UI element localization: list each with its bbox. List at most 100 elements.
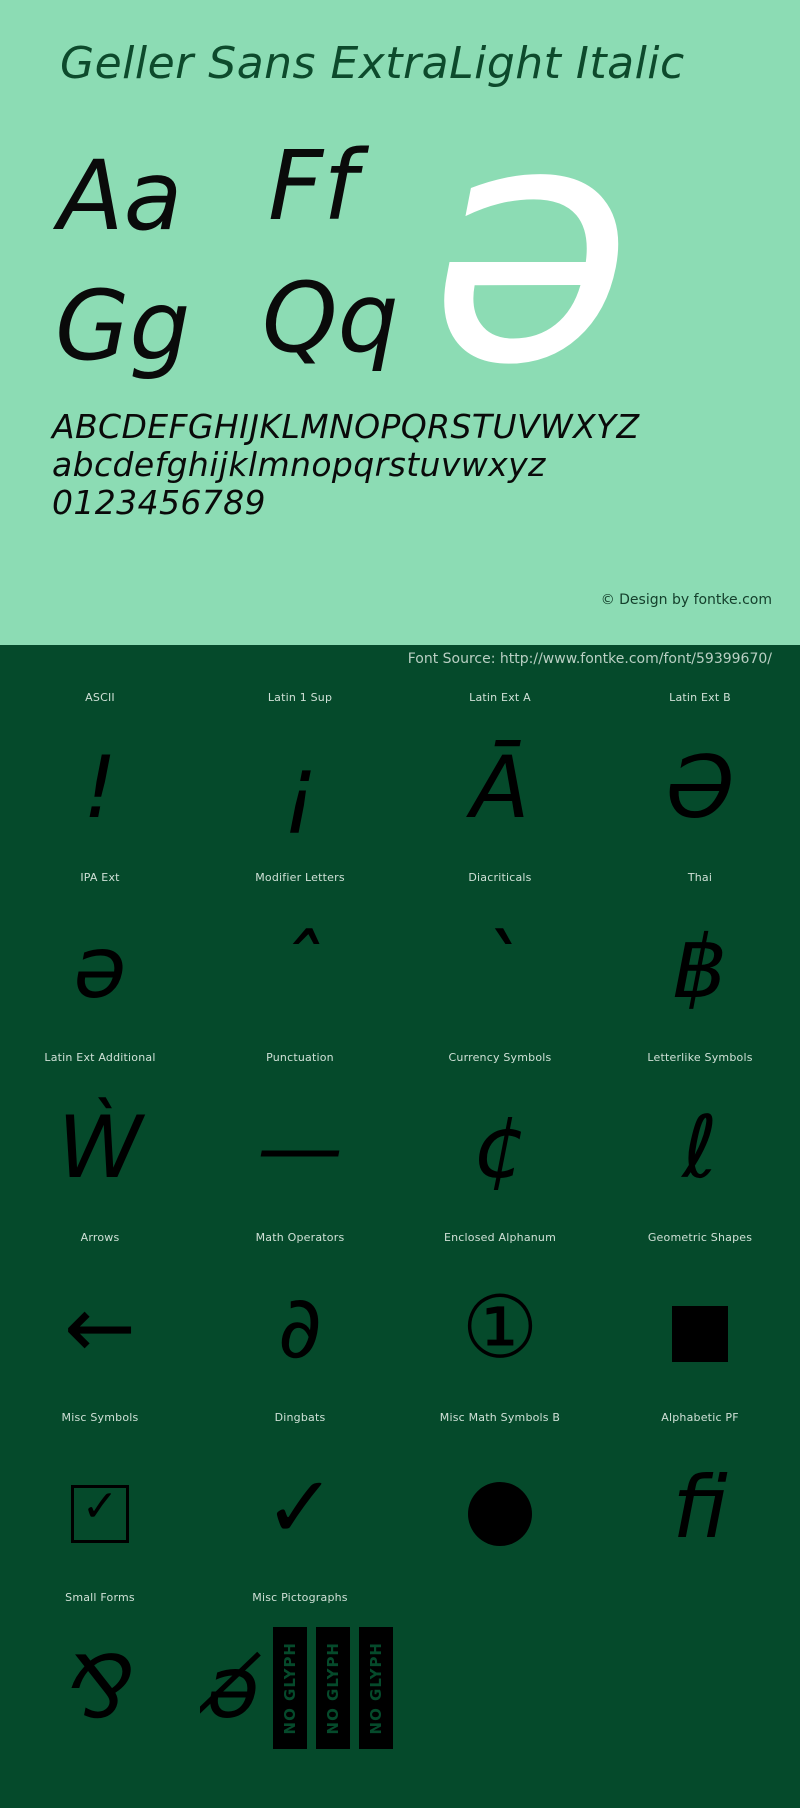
glyph-label-row: IPA Ext Modifier Letters Diacriticals Thai: [0, 867, 800, 889]
glyph-sample: ⅋: [66, 1638, 134, 1738]
unicode-block-label: Latin Ext B: [669, 691, 731, 704]
unicode-block-label-cell: Thai: [600, 867, 800, 889]
alphabet-block: ABCDEFGHIJKLMNOPQRSTUVWXYZ abcdefghijklm…: [52, 408, 772, 522]
unicode-block-label-cell: Modifier Letters: [200, 867, 400, 889]
filled-circle-icon: [468, 1481, 532, 1546]
unicode-block-label: Latin Ext A: [469, 691, 531, 704]
unicode-block-label-cell: Latin Ext B: [600, 687, 800, 709]
glyph-sample-cell[interactable]: ∂: [200, 1249, 400, 1407]
unicode-block-label: Misc Math Symbols B: [439, 1411, 561, 1424]
specimen-pair-gg: Gg: [55, 270, 191, 382]
glyph-and-noglyph-group: ə̸ NO GLYPH NO GLYPH NO GLYPH: [200, 1609, 400, 1767]
glyph-sample: Ẁ: [57, 1098, 143, 1198]
glyph-sample: ①: [461, 1278, 539, 1378]
unicode-block-label-cell: Geometric Shapes: [600, 1227, 800, 1249]
unicode-block-label: Punctuation: [266, 1051, 334, 1064]
unicode-block-label-cell: Diacriticals: [400, 867, 600, 889]
glyph-sample: ✓: [263, 1458, 337, 1558]
glyph-label-row: Latin Ext Additional Punctuation Currency …: [0, 1047, 800, 1069]
glyph-sample-cell[interactable]: ฿: [600, 889, 800, 1047]
glyph-sample-cell[interactable]: [400, 1429, 600, 1587]
unicode-block-label-cell: Currency Symbols: [400, 1047, 600, 1069]
glyph-row: ⅋ ə̸ NO GLYPH NO GLYPH NO GLYPH: [0, 1609, 800, 1767]
checkbox-checked-icon: [71, 1478, 129, 1543]
glyph-sample-cell[interactable]: ⅋: [0, 1609, 200, 1767]
unicode-block-label-cell: Latin Ext Additional: [0, 1047, 200, 1069]
alphabet-lowercase: abcdefghijklmnopqrstuvwxyz: [52, 445, 546, 484]
glyph-sample: ˆ: [278, 918, 322, 1018]
glyph-label-row: ASCII Latin 1 Sup Latin Ext A Latin Ext B: [0, 687, 800, 709]
glyph-sample-cell[interactable]: [600, 1609, 800, 1767]
glyph-sample: ﬁ: [672, 1458, 728, 1558]
unicode-block-label: Alphabetic PF: [661, 1411, 739, 1424]
glyph-sample: `: [478, 918, 522, 1018]
font-preview-hero: Geller Sans ExtraLight Italic Aa Ff Gg Q…: [0, 0, 800, 645]
unicode-block-label: IPA Ext: [80, 871, 120, 884]
unicode-block-label: Math Operators: [255, 1231, 345, 1244]
glyph-sample-cell[interactable]: ✓: [200, 1429, 400, 1587]
glyph-label-row: Misc Symbols Dingbats Misc Math Symbols B A…: [0, 1407, 800, 1429]
glyph-sample-cell[interactable]: ˆ: [200, 889, 400, 1047]
font-source-bar: Font Source: http://www.fontke.com/font/…: [0, 645, 800, 681]
no-glyph-label: NO GLYPH: [367, 1641, 386, 1735]
glyph-sample: ə̸ NO GLYPH NO GLYPH NO GLYPH: [200, 1609, 400, 1767]
unicode-block-label-cell: ASCII: [0, 687, 200, 709]
unicode-block-label: Misc Pictographs: [252, 1591, 348, 1604]
glyph-sample: !: [82, 738, 118, 838]
unicode-block-label-cell: Math Operators: [200, 1227, 400, 1249]
glyph-label-row: Small Forms Misc Pictographs: [0, 1587, 800, 1609]
font-source-link[interactable]: Font Source: http://www.fontke.com/font/…: [408, 651, 772, 667]
glyph-sample: ∂: [277, 1278, 323, 1378]
glyph-sample-cell[interactable]: ℓ: [600, 1069, 800, 1227]
glyph-sample: Ə: [666, 738, 734, 838]
unicode-block-label: Diacriticals: [468, 871, 532, 884]
glyph-sample: [600, 1609, 800, 1767]
glyph-sample-cell[interactable]: ﬁ: [600, 1429, 800, 1587]
unicode-block-label-cell: IPA Ext: [0, 867, 200, 889]
glyph-sample-cell[interactable]: [0, 1429, 200, 1587]
glyph-sample-cell[interactable]: [600, 1249, 800, 1407]
specimen-pair-qq: Qq: [262, 262, 399, 374]
glyph-row: ← ∂ ①: [0, 1249, 800, 1407]
unicode-block-label: Arrows: [80, 1231, 120, 1244]
unicode-block-label: Geometric Shapes: [647, 1231, 753, 1244]
glyph-row: Ẁ — ¢ ℓ: [0, 1069, 800, 1227]
glyph-sample-cell[interactable]: ¡: [200, 709, 400, 867]
unicode-block-label: [600, 1587, 800, 1609]
glyph-sample-text: ə̸: [206, 1638, 260, 1738]
no-glyph-box: NO GLYPH: [359, 1627, 394, 1749]
glyph-sample-cell[interactable]: ←: [0, 1249, 200, 1407]
glyph-row: ə ˆ ` ฿: [0, 889, 800, 1047]
glyph-sample: [0, 1429, 200, 1587]
unicode-block-label-cell: Letterlike Symbols: [600, 1047, 800, 1069]
unicode-block-label-cell: [400, 1587, 600, 1609]
glyph-sample-cell[interactable]: Ā: [400, 709, 600, 867]
glyph-sample-cell[interactable]: `: [400, 889, 600, 1047]
glyph-sample: ¢: [472, 1098, 528, 1198]
specimen-pair-ff: Ff: [268, 130, 358, 242]
glyph-sample: [400, 1609, 600, 1767]
unicode-block-label-cell: Punctuation: [200, 1047, 400, 1069]
unicode-block-label: Latin Ext Additional: [44, 1051, 156, 1064]
glyph-sample-cell[interactable]: Ə: [600, 709, 800, 867]
unicode-block-label: Enclosed Alphanum: [443, 1231, 557, 1244]
unicode-block-label: [400, 1587, 600, 1609]
glyph-sample-cell[interactable]: ə: [0, 889, 200, 1047]
glyph-sample-cell[interactable]: —: [200, 1069, 400, 1227]
glyph-sample-cell[interactable]: Ẁ: [0, 1069, 200, 1227]
unicode-block-label-cell: [600, 1587, 800, 1609]
glyph-sample: —: [257, 1098, 343, 1198]
glyph-sample: ←: [63, 1278, 137, 1378]
glyph-sample-cell[interactable]: !: [0, 709, 200, 867]
unicode-block-label: Dingbats: [274, 1411, 326, 1424]
glyph-sample: ə: [73, 918, 127, 1018]
no-glyph-label: NO GLYPH: [281, 1641, 300, 1735]
glyph-sample-cell[interactable]: [400, 1609, 600, 1767]
glyph-sample: [600, 1249, 800, 1407]
glyph-sample: Ā: [470, 738, 530, 838]
glyph-sample-cell[interactable]: ¢: [400, 1069, 600, 1227]
glyph-sample-cell[interactable]: ①: [400, 1249, 600, 1407]
no-glyph-box: NO GLYPH: [273, 1627, 308, 1749]
unicode-block-label: Latin 1 Sup: [267, 691, 333, 704]
glyph-sample-cell[interactable]: ə̸ NO GLYPH NO GLYPH NO GLYPH: [200, 1609, 400, 1767]
